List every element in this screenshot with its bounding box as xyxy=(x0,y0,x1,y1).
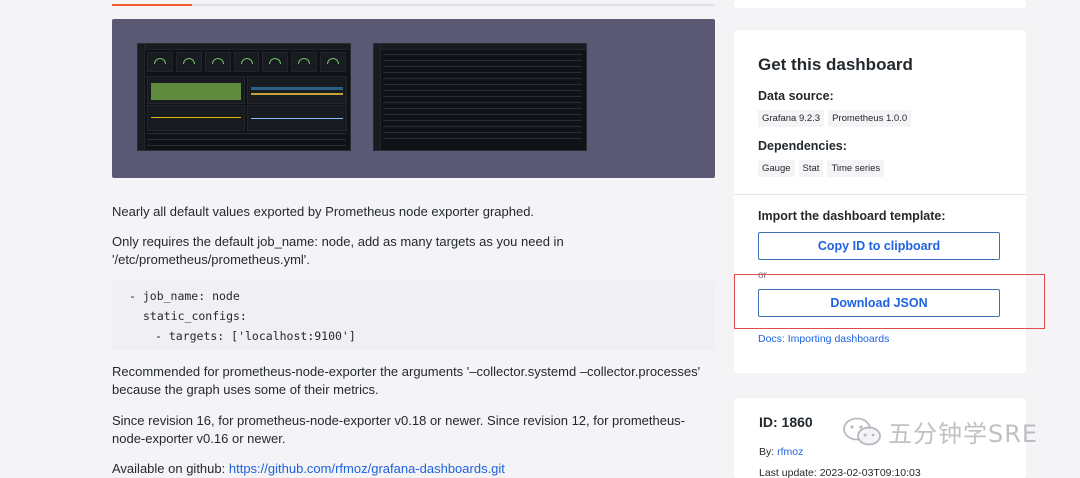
github-label: Available on github: xyxy=(112,461,226,476)
author-line: By: rfmoz xyxy=(759,446,803,458)
description-intro: Nearly all default values exported by Pr… xyxy=(112,204,535,219)
dependency-chip: Gauge xyxy=(758,160,795,177)
screenshot-topbar xyxy=(145,44,350,50)
description-revision-line1: Since revision 16, for prometheus-node-e… xyxy=(112,413,686,428)
import-heading: Import the dashboard template: xyxy=(758,209,946,223)
screenshot-rows xyxy=(147,133,346,150)
screenshot-gauge-row xyxy=(147,52,347,72)
screenshot-rows xyxy=(383,54,582,144)
author-label: By: xyxy=(759,446,775,458)
description-recommended-line2: because the graph uses some of their met… xyxy=(112,382,379,397)
datasource-heading: Data source: xyxy=(758,89,834,103)
screenshot-panel-memory xyxy=(247,76,347,104)
datasource-chip: Grafana 9.2.3 xyxy=(758,110,825,127)
screenshot-panel-disk xyxy=(247,105,347,131)
page: Nearly all default values exported by Pr… xyxy=(0,0,1080,478)
code-line: static_configs: xyxy=(143,309,247,323)
top-card-edge xyxy=(734,0,1026,8)
screenshot-gallery xyxy=(112,19,715,178)
card-divider xyxy=(734,194,1026,195)
dashboard-id: ID: 1860 xyxy=(759,414,813,430)
code-line: - job_name: node xyxy=(129,289,240,303)
datasource-list: Grafana 9.2.3 Prometheus 1.0.0 xyxy=(758,110,912,127)
dependencies-list: Gauge Stat Time series xyxy=(758,160,885,177)
tab-underline xyxy=(112,4,715,6)
dependency-chip: Time series xyxy=(827,160,885,177)
docs-importing-link[interactable]: Docs: Importing dashboards xyxy=(758,333,889,345)
screenshot-panel-network xyxy=(147,105,245,131)
dependency-chip: Stat xyxy=(798,160,824,177)
download-highlight-box xyxy=(734,274,1045,329)
last-update: Last update: 2023-02-03T09:10:03 xyxy=(759,467,921,478)
dependencies-heading: Dependencies: xyxy=(758,139,847,153)
watermark: 五分钟学SRE xyxy=(842,414,1038,449)
author-link[interactable]: rfmoz xyxy=(777,446,803,458)
screenshot-sidebar xyxy=(138,44,145,150)
copy-id-button[interactable]: Copy ID to clipboard xyxy=(758,232,1000,260)
description-requirements-line1: Only requires the default job_name: node… xyxy=(112,234,564,249)
screenshot-topbar xyxy=(381,44,586,50)
watermark-text: 五分钟学SRE xyxy=(888,420,1039,448)
screenshot-sidebar xyxy=(374,44,381,150)
code-line: - targets: ['localhost:9100'] xyxy=(155,329,356,343)
description-revision-line2: node-exporter v0.16 or newer. xyxy=(112,431,286,446)
screenshot-panel-cpu xyxy=(147,76,245,104)
description-requirements-line2: '/etc/prometheus/prometheus.yml'. xyxy=(112,252,310,267)
dashboard-screenshot-1[interactable] xyxy=(137,43,351,151)
dashboard-screenshot-2[interactable] xyxy=(373,43,587,151)
description-recommended-line1: Recommended for prometheus-node-exporter… xyxy=(112,364,701,379)
github-link[interactable]: https://github.com/rfmoz/grafana-dashboa… xyxy=(229,461,505,476)
tab-active-indicator xyxy=(112,4,192,6)
wechat-icon xyxy=(843,417,881,445)
datasource-chip: Prometheus 1.0.0 xyxy=(828,110,912,127)
github-line: Available on github: https://github.com/… xyxy=(112,460,712,478)
get-dashboard-title: Get this dashboard xyxy=(758,55,913,74)
config-code-block: - job_name: node static_configs: - targe… xyxy=(112,281,715,350)
